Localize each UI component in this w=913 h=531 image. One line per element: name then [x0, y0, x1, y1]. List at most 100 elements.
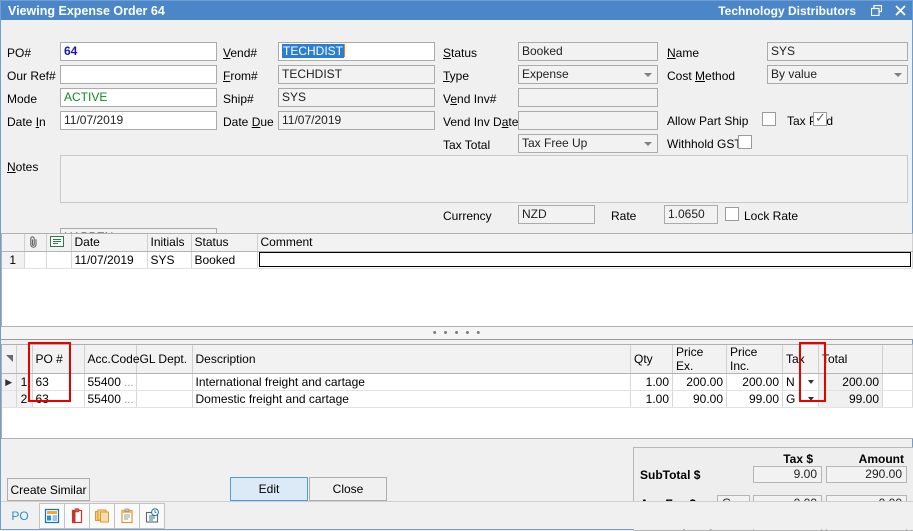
status-label: Status [443, 46, 477, 60]
items-row-priceinc[interactable]: 200.00 [727, 374, 783, 391]
comment-corner-header[interactable] [2, 234, 24, 251]
edit-button[interactable]: Edit [230, 477, 308, 501]
items-acccode-header[interactable]: Acc.Code [84, 345, 136, 374]
po-field[interactable]: 64 [60, 42, 217, 61]
items-description-header[interactable]: Description [192, 345, 631, 374]
vendinvdate-label: Vend Inv Date [443, 115, 518, 129]
comment-comment-header[interactable]: Comment [257, 234, 913, 251]
taxtotal-dropdown[interactable]: Tax Free Up [518, 134, 658, 153]
comment-row-attachment[interactable] [24, 251, 46, 268]
items-priceinc-header[interactable]: Price Inc. [727, 345, 783, 374]
comment-status-header[interactable]: Status [191, 234, 257, 251]
close-button[interactable]: Close [309, 477, 387, 501]
items-row-priceex[interactable]: 200.00 [673, 374, 727, 391]
notes-red-icon[interactable] [64, 503, 90, 529]
table-row[interactable]: ▶ 1 63 55400 ... International freight a… [2, 374, 913, 391]
comment-date-header[interactable]: Date [71, 234, 147, 251]
comment-header-row: Date Initials Status Comment [2, 234, 913, 251]
ship-field[interactable]: SYS [278, 88, 435, 107]
grid-splitter[interactable]: • • • • • [1, 327, 913, 340]
comment-row-status[interactable]: Booked [191, 251, 257, 268]
items-row-acccode-cell[interactable]: 55400 ... [84, 391, 136, 408]
status-field[interactable]: Booked [518, 42, 658, 61]
items-total-header[interactable]: Total [819, 345, 883, 374]
po-tab[interactable]: PO [1, 509, 39, 523]
items-row-blank [883, 374, 913, 391]
vendinv-field[interactable] [518, 88, 658, 107]
items-row-tax[interactable]: G [783, 391, 805, 408]
vend-field[interactable]: TECHDIST [278, 42, 435, 61]
taxtotal-label: Tax Total [443, 138, 490, 152]
items-po-header[interactable]: PO # [32, 345, 84, 374]
note-icon[interactable] [46, 234, 71, 251]
items-row-gldept[interactable] [136, 374, 192, 391]
tax-dropdown-arrow-icon[interactable] [805, 391, 819, 408]
chevron-down-icon [640, 66, 655, 83]
history-clock-icon[interactable] [139, 503, 165, 529]
items-row-priceinc[interactable]: 99.00 [727, 391, 783, 408]
items-row-gldept[interactable] [136, 391, 192, 408]
ellipsis-button[interactable]: ... [124, 394, 133, 406]
rate-field[interactable]: 1.0650 [664, 205, 718, 224]
notes-label: Notes [7, 160, 38, 174]
items-grid[interactable]: PO # Acc.Code GL Dept. Description Qty P… [1, 344, 913, 439]
items-row-qty[interactable]: 1.00 [631, 391, 673, 408]
costmethod-value: By value [771, 66, 817, 83]
items-row-tax[interactable]: N [783, 374, 805, 391]
allow-part-ship-checkbox[interactable] [762, 112, 776, 126]
name-field[interactable]: SYS [767, 42, 908, 61]
currency-field[interactable]: NZD [518, 205, 595, 224]
clipboard-orange-icon[interactable] [114, 503, 140, 529]
from-field[interactable]: TECHDIST [278, 65, 435, 84]
comment-row-note[interactable] [46, 251, 71, 268]
items-table: PO # Acc.Code GL Dept. Description Qty P… [2, 345, 913, 408]
subtotal-label: SubTotal $ [640, 468, 700, 482]
datedue-field[interactable]: 11/07/2019 [278, 111, 435, 130]
items-row-number: 2 [16, 391, 32, 408]
items-row-qty[interactable]: 1.00 [631, 374, 673, 391]
ellipsis-button[interactable]: ... [124, 377, 133, 389]
items-row-description[interactable]: International freight and cartage [192, 374, 631, 391]
items-row-description[interactable]: Domestic freight and cartage [192, 391, 631, 408]
create-similar-button[interactable]: Create Similar [7, 478, 90, 501]
vendinvdate-field[interactable] [518, 111, 658, 130]
name-label: Name [667, 46, 699, 60]
items-qty-header[interactable]: Qty [631, 345, 673, 374]
comment-row-comment-cell[interactable] [257, 251, 913, 268]
table-row[interactable]: 1 11/07/2019 SYS Booked [2, 251, 913, 268]
items-row-acccode-cell[interactable]: 55400 ... [84, 374, 136, 391]
ourref-field[interactable] [60, 65, 217, 84]
items-priceex-header[interactable]: Price Ex. [673, 345, 727, 374]
tax-dropdown-arrow-icon[interactable] [805, 374, 819, 391]
items-row-po[interactable]: 63 [32, 374, 84, 391]
select-all-corner[interactable] [2, 345, 16, 374]
datein-field[interactable]: 11/07/2019 [60, 111, 217, 130]
vendinv-label: Vend Inv# [443, 92, 496, 106]
comment-initials-header[interactable]: Initials [147, 234, 191, 251]
type-dropdown[interactable]: Expense [518, 65, 658, 84]
totals-tax-header: Tax $ [783, 452, 813, 466]
lockrate-label: Lock Rate [744, 209, 798, 223]
items-row-priceex[interactable]: 90.00 [673, 391, 727, 408]
mode-field[interactable]: ACTIVE [60, 88, 217, 107]
costmethod-dropdown[interactable]: By value [767, 65, 908, 84]
lock-rate-checkbox[interactable] [725, 207, 739, 221]
close-icon[interactable] [888, 1, 912, 20]
withhold-gst-checkbox[interactable] [738, 135, 752, 149]
comment-input[interactable] [259, 252, 912, 267]
items-tax-header[interactable]: Tax [783, 345, 819, 374]
restore-icon[interactable] [864, 1, 888, 20]
copy-orange-icon[interactable] [89, 503, 115, 529]
items-header-row: PO # Acc.Code GL Dept. Description Qty P… [2, 345, 913, 374]
table-row[interactable]: 2 63 55400 ... Domestic freight and cart… [2, 391, 913, 408]
tax-paid-checkbox[interactable] [813, 112, 827, 126]
items-row-po[interactable]: 63 [32, 391, 84, 408]
type-value: Expense [522, 66, 569, 83]
document-blue-icon[interactable] [39, 503, 65, 529]
comment-row-date[interactable]: 11/07/2019 [71, 251, 147, 268]
comment-row-initials[interactable]: SYS [147, 251, 191, 268]
attachment-icon[interactable] [24, 234, 46, 251]
comment-grid[interactable]: Date Initials Status Comment 1 11/07/201… [1, 233, 913, 327]
items-gldept-header[interactable]: GL Dept. [136, 345, 192, 374]
notes-field[interactable] [60, 155, 908, 203]
